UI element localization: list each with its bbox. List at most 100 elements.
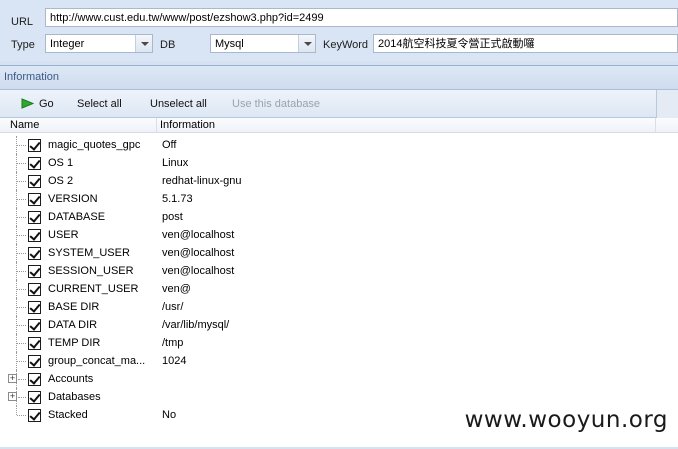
chevron-down-icon[interactable] bbox=[298, 35, 315, 52]
row-info: No bbox=[162, 409, 177, 421]
tree-line bbox=[17, 253, 26, 254]
scrollbar-corner bbox=[656, 90, 678, 118]
column-info-header[interactable]: Information bbox=[160, 119, 215, 131]
tree-row[interactable]: group_concat_ma... 1024 bbox=[0, 352, 678, 370]
tree-line bbox=[17, 307, 26, 308]
row-name: Accounts bbox=[48, 373, 94, 385]
keyword-label: KeyWord bbox=[323, 39, 369, 51]
row-checkbox[interactable] bbox=[28, 373, 41, 386]
type-label: Type bbox=[11, 39, 35, 51]
row-checkbox[interactable] bbox=[28, 157, 41, 170]
row-checkbox[interactable] bbox=[28, 409, 41, 422]
tree-line bbox=[17, 289, 26, 290]
row-checkbox[interactable] bbox=[28, 355, 41, 368]
row-info: /usr/ bbox=[162, 301, 184, 313]
row-checkbox[interactable] bbox=[28, 211, 41, 224]
tree-line bbox=[17, 361, 26, 362]
query-form: URL http://www.cust.edu.tw/www/post/ezsh… bbox=[0, 0, 678, 61]
row-info: Linux bbox=[162, 157, 189, 169]
row-checkbox[interactable] bbox=[28, 247, 41, 260]
row-checkbox[interactable] bbox=[28, 337, 41, 350]
row-info: 5.1.73 bbox=[162, 193, 193, 205]
row-name: TEMP DIR bbox=[48, 337, 101, 349]
column-divider[interactable] bbox=[156, 118, 157, 133]
tree-line bbox=[18, 397, 26, 398]
row-info: ven@localhost bbox=[162, 247, 235, 259]
tree-row[interactable]: SESSION_USER ven@localhost bbox=[0, 262, 678, 280]
use-database-button[interactable]: Use this database bbox=[232, 97, 320, 111]
tree-line bbox=[17, 217, 26, 218]
keyword-field[interactable]: 2014航空科技夏令營正式啟動囉 bbox=[373, 34, 678, 53]
row-info: /var/lib/mysql/ bbox=[162, 319, 230, 331]
unselect-all-button[interactable]: Unselect all bbox=[150, 97, 207, 111]
tree-line bbox=[17, 343, 26, 344]
row-name: magic_quotes_gpc bbox=[48, 139, 141, 151]
row-checkbox[interactable] bbox=[28, 193, 41, 206]
column-header: Name Information bbox=[0, 118, 678, 133]
expand-icon[interactable]: + bbox=[8, 374, 17, 383]
tree-row[interactable]: BASE DIR/usr/ bbox=[0, 298, 678, 316]
chevron-down-icon[interactable] bbox=[135, 35, 152, 52]
row-name: DATABASE bbox=[48, 211, 106, 223]
tree-line bbox=[17, 181, 26, 182]
row-checkbox[interactable] bbox=[28, 319, 41, 332]
row-checkbox[interactable] bbox=[28, 391, 41, 404]
tree-row[interactable]: TEMP DIR/tmp bbox=[0, 334, 678, 352]
tree-line bbox=[17, 271, 26, 272]
db-select-value: Mysql bbox=[215, 38, 244, 50]
tree-line bbox=[18, 379, 26, 380]
row-info: ven@localhost bbox=[162, 265, 235, 277]
row-name: CURRENT_USER bbox=[48, 283, 139, 295]
tree-row[interactable]: VERSION 5.1.73 bbox=[0, 190, 678, 208]
row-checkbox[interactable] bbox=[28, 301, 41, 314]
tree-row[interactable]: magic_quotes_gpc Off bbox=[0, 136, 678, 154]
db-select[interactable]: Mysql bbox=[210, 34, 316, 53]
row-name: OS 1 bbox=[48, 157, 74, 169]
column-divider[interactable] bbox=[655, 118, 656, 133]
row-name: SESSION_USER bbox=[48, 265, 134, 277]
url-label: URL bbox=[11, 16, 34, 28]
tree-line bbox=[17, 145, 26, 146]
row-checkbox[interactable] bbox=[28, 265, 41, 278]
tree-row[interactable]: DATABASE post bbox=[0, 208, 678, 226]
tree-row[interactable]: OS 2 redhat-linux-gnu bbox=[0, 172, 678, 190]
tree-row[interactable]: + Accounts bbox=[0, 370, 678, 388]
row-name: OS 2 bbox=[48, 175, 74, 187]
row-info: ven@localhost bbox=[162, 229, 235, 241]
row-name: Databases bbox=[48, 391, 101, 403]
play-icon[interactable] bbox=[21, 98, 34, 109]
type-select[interactable]: Integer bbox=[45, 34, 153, 53]
info-tree: magic_quotes_gpc Off OS 1 Linux OS 2 redhat-l… bbox=[0, 136, 678, 449]
row-checkbox[interactable] bbox=[28, 229, 41, 242]
tree-line bbox=[17, 325, 26, 326]
watermark: www.wooyun.org bbox=[464, 407, 668, 433]
url-field[interactable]: http://www.cust.edu.tw/www/post/ezshow3.… bbox=[45, 8, 678, 27]
tree-line bbox=[17, 235, 26, 236]
row-name: Stacked bbox=[48, 409, 88, 421]
row-checkbox[interactable] bbox=[28, 175, 41, 188]
row-info: 1024 bbox=[162, 355, 187, 367]
row-name: VERSION bbox=[48, 193, 98, 205]
tree-line bbox=[16, 406, 17, 415]
expand-icon[interactable]: + bbox=[8, 392, 17, 401]
row-info: ven@ bbox=[162, 283, 191, 295]
tree-row[interactable]: CURRENT_USER ven@ bbox=[0, 280, 678, 298]
row-checkbox[interactable] bbox=[28, 283, 41, 296]
row-info: /tmp bbox=[162, 337, 184, 349]
tree-row[interactable]: USER ven@localhost bbox=[0, 226, 678, 244]
select-all-button[interactable]: Select all bbox=[77, 97, 122, 111]
tree-line bbox=[17, 415, 26, 416]
tree-row[interactable]: DATA DIR/var/lib/mysql/ bbox=[0, 316, 678, 334]
tree-row[interactable]: SYSTEM_USER ven@localhost bbox=[0, 244, 678, 262]
db-label: DB bbox=[160, 39, 176, 51]
row-info: Off bbox=[162, 139, 177, 151]
row-checkbox[interactable] bbox=[28, 139, 41, 152]
column-name-header[interactable]: Name bbox=[10, 119, 39, 131]
row-name: BASE DIR bbox=[48, 301, 100, 313]
panel-title: Information bbox=[0, 66, 678, 90]
tree-row[interactable]: OS 1 Linux bbox=[0, 154, 678, 172]
row-name: SYSTEM_USER bbox=[48, 247, 130, 259]
type-select-value: Integer bbox=[50, 38, 85, 50]
tree-row[interactable]: + Databases bbox=[0, 388, 678, 406]
go-button[interactable]: Go bbox=[39, 97, 54, 111]
